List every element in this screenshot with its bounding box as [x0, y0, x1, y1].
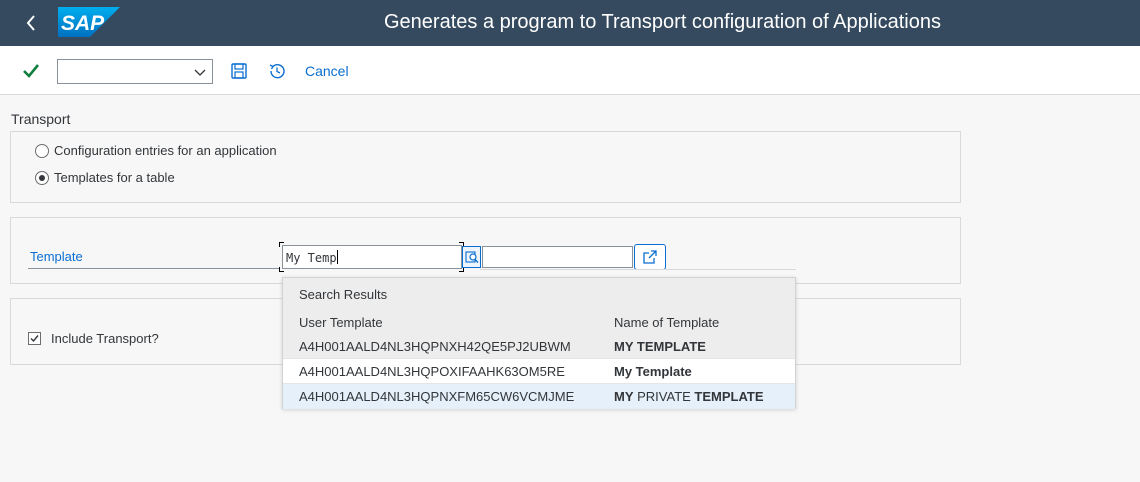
column-header-name-of-template: Name of Template [614, 315, 720, 330]
result-row-selected[interactable]: A4H001AALD4NL3HQPNXFM65CW6VCMJME MY PRIV… [283, 384, 795, 409]
focus-corner [279, 242, 284, 247]
navigate-icon [643, 250, 657, 264]
result-template-name: MY PRIVATE TEMPLATE [614, 389, 764, 404]
search-results-popup: Search Results User Template Name of Tem… [282, 277, 796, 409]
page-title: Generates a program to Transport configu… [384, 11, 941, 33]
radio-button-selected[interactable] [35, 170, 49, 185]
result-row[interactable]: A4H001AALD4NL3HQPNXH42QE5PJ2UBWM MY TEMP… [283, 334, 795, 359]
result-user-template: A4H001AALD4NL3HQPNXH42QE5PJ2UBWM [299, 339, 571, 354]
include-transport-label: Include Transport? [51, 331, 159, 346]
checkmark-icon [30, 335, 39, 343]
focus-corner [279, 267, 284, 272]
navigate-button[interactable] [634, 244, 666, 270]
radio-label: Configuration entries for an application [54, 143, 277, 158]
transport-group: Configuration entries for an application… [10, 131, 961, 203]
save-icon[interactable] [229, 61, 249, 81]
divider [480, 269, 796, 270]
history-icon[interactable] [267, 61, 287, 81]
check-icon[interactable] [20, 60, 42, 82]
result-template-name: MY TEMPLATE [614, 339, 706, 354]
result-template-name: My Template [614, 364, 692, 379]
radio-label: Templates for a table [54, 170, 175, 185]
value-help-button[interactable] [462, 246, 481, 268]
radio-button[interactable] [35, 143, 49, 158]
radio-configuration-entries[interactable]: Configuration entries for an application [35, 143, 277, 158]
transport-group-title: Transport [11, 111, 71, 127]
column-header-user-template: User Template [299, 315, 383, 330]
template-input-value: My Temp [286, 251, 337, 265]
result-user-template: A4H001AALD4NL3HQPOXIFAAHK63OM5RE [299, 364, 565, 379]
result-row[interactable]: A4H001AALD4NL3HQPOXIFAAHK63OM5RE My Temp… [283, 359, 795, 384]
chevron-down-icon[interactable] [193, 65, 207, 79]
shell-header: SAP Generates a program to Transport con… [0, 0, 1140, 46]
result-user-template: A4H001AALD4NL3HQPNXFM65CW6VCMJME [299, 389, 575, 404]
command-combobox[interactable] [57, 59, 213, 84]
cancel-button[interactable]: Cancel [305, 63, 349, 79]
template-input[interactable]: My Temp [282, 245, 462, 269]
template-label-underline [28, 268, 280, 269]
checkbox[interactable] [28, 332, 41, 345]
radio-templates-for-table[interactable]: Templates for a table [35, 170, 175, 185]
toolbar: Cancel [0, 46, 1140, 95]
template-label: Template [30, 249, 83, 264]
value-help-icon [464, 251, 478, 263]
text-cursor [336, 250, 338, 264]
popup-title: Search Results [299, 287, 388, 302]
template-description-input[interactable] [482, 246, 633, 268]
include-transport-checkbox[interactable]: Include Transport? [28, 331, 159, 346]
